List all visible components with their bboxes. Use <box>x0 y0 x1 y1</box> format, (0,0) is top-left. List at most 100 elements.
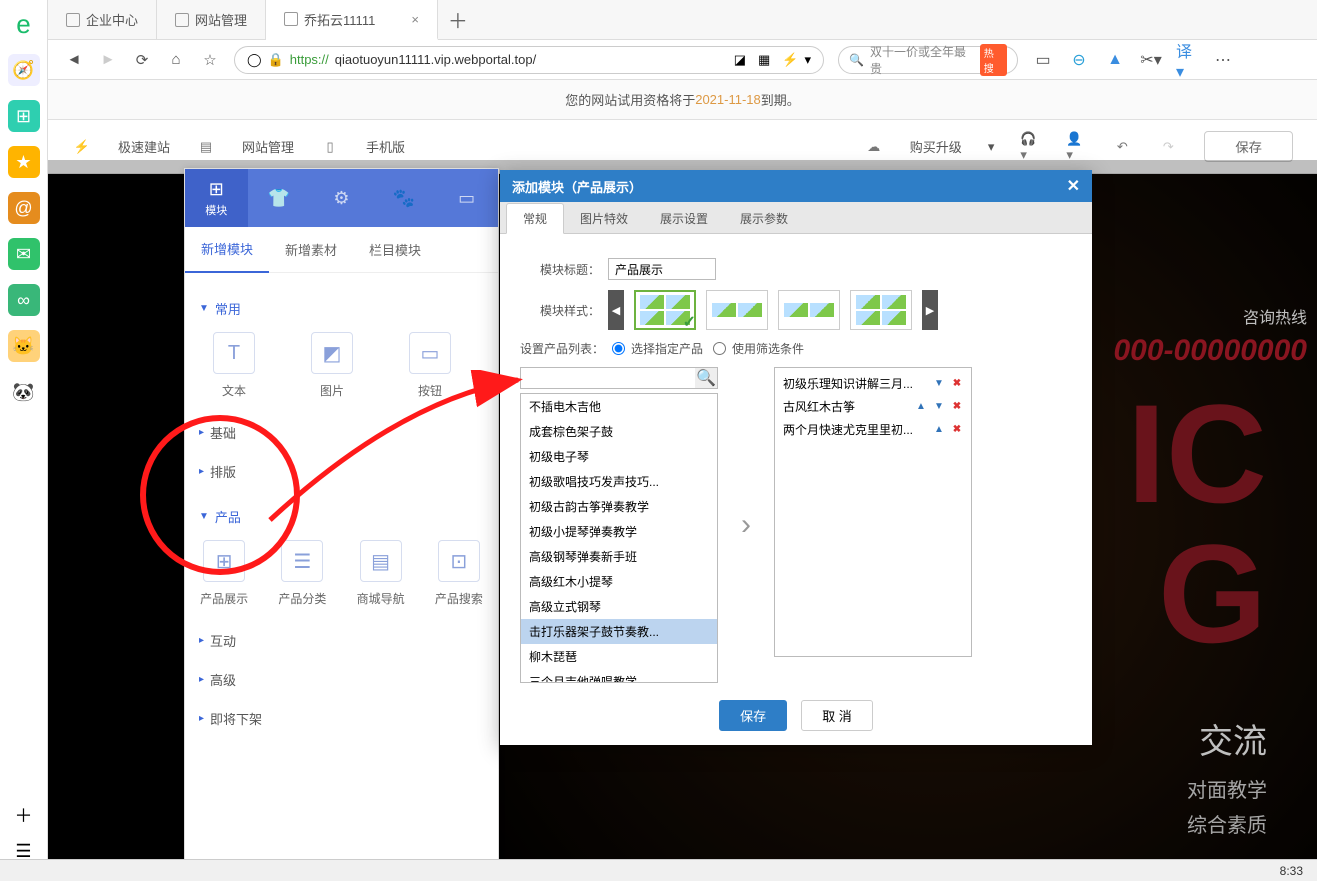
style-next[interactable]: ▶ <box>922 290 938 330</box>
section-product[interactable]: ▼产品 <box>199 501 484 532</box>
more-icon[interactable]: ⋯ <box>1212 49 1234 71</box>
move-right-arrow[interactable]: › <box>732 508 760 542</box>
app-icon-1[interactable]: 🐱 <box>8 330 40 362</box>
tab-qiaotuoyun[interactable]: 乔拓云11111× <box>266 0 438 40</box>
item-product-search[interactable]: ⊡产品搜索 <box>434 540 484 607</box>
buy-upgrade[interactable]: 购买升级 <box>910 137 962 156</box>
add-app-icon[interactable]: ＋ <box>8 799 40 831</box>
product-item[interactable]: 击打乐器架子鼓节奏教... <box>521 619 717 644</box>
toolbar-item[interactable]: 手机版 <box>366 137 405 156</box>
section-coming[interactable]: ▸即将下架 <box>199 699 484 738</box>
item-product-display[interactable]: ⊞产品展示 <box>199 540 249 607</box>
item-text[interactable]: T文本 <box>199 332 269 399</box>
dlgtab-params[interactable]: 展示参数 <box>724 204 804 233</box>
section-interactive[interactable]: ▸互动 <box>199 621 484 660</box>
search-box[interactable]: 🔍 双十一价或全年最贵 热搜 <box>838 46 1018 74</box>
style-option-3[interactable] <box>778 290 840 330</box>
product-item[interactable]: 初级电子琴 <box>521 444 717 469</box>
block-icon[interactable]: ⊖ <box>1068 49 1090 71</box>
dialog-save-button[interactable]: 保存 <box>719 700 787 731</box>
close-icon[interactable]: ✕ <box>1067 176 1080 196</box>
remove-icon[interactable]: ✖ <box>951 378 963 390</box>
tab-website-mgmt[interactable]: 网站管理 <box>157 0 266 40</box>
toolbar-item[interactable]: 网站管理 <box>242 137 294 156</box>
style-option-1[interactable] <box>634 290 696 330</box>
modtop-module[interactable]: ⊞模块 <box>185 169 248 227</box>
save-button[interactable]: 保存 <box>1204 131 1293 162</box>
move-down-icon[interactable]: ▼ <box>933 401 945 413</box>
radio-filter[interactable]: 使用筛选条件 <box>713 340 804 357</box>
puzzle-icon[interactable]: ⊞ <box>8 100 40 132</box>
product-item[interactable]: 不插电木吉他 <box>521 394 717 419</box>
product-item[interactable]: 柳木琵琶 <box>521 644 717 669</box>
book-icon[interactable]: ▭ <box>1032 49 1054 71</box>
compass-icon[interactable]: 🧭 <box>8 54 40 86</box>
dropdown-icon[interactable]: ▾ <box>804 52 811 68</box>
headset-icon[interactable]: 🎧▾ <box>1020 137 1040 157</box>
remove-icon[interactable]: ✖ <box>951 424 963 436</box>
modtop-2[interactable]: 👕 <box>248 169 311 227</box>
dialog-cancel-button[interactable]: 取 消 <box>801 700 873 731</box>
modtop-5[interactable]: ▭ <box>435 169 498 227</box>
app-icon-2[interactable]: 🐼 <box>8 376 40 408</box>
favorite-icon[interactable]: ☆ <box>200 50 220 70</box>
user-icon[interactable]: 👤▾ <box>1066 137 1086 157</box>
modtab-new-material[interactable]: 新增素材 <box>269 227 353 273</box>
product-item[interactable]: 初级古韵古筝弹奏教学 <box>521 494 717 519</box>
home-icon[interactable]: ⌂ <box>166 50 186 70</box>
dlgtab-display[interactable]: 展示设置 <box>644 204 724 233</box>
toolbar-item[interactable]: 极速建站 <box>118 137 170 156</box>
product-item[interactable]: 成套棕色架子鼓 <box>521 419 717 444</box>
product-search-input[interactable] <box>521 368 695 388</box>
move-down-icon[interactable]: ▼ <box>933 378 945 390</box>
section-layout[interactable]: ▸排版 <box>199 452 484 491</box>
product-list[interactable]: 不插电木吉他成套棕色架子鼓初级电子琴初级歌唱技巧发声技巧...初级古韵古筝弹奏教… <box>520 393 718 683</box>
modtab-column[interactable]: 栏目模块 <box>353 227 437 273</box>
style-option-2[interactable] <box>706 290 768 330</box>
style-prev[interactable]: ◀ <box>608 290 624 330</box>
scissors-icon[interactable]: ✂▾ <box>1140 49 1162 71</box>
url-box[interactable]: ◯ 🔒 https://qiaotuoyun11111.vip.webporta… <box>234 46 824 74</box>
cloud-icon[interactable]: ∞ <box>8 284 40 316</box>
modtop-3[interactable]: ⚙ <box>310 169 373 227</box>
modtab-new-module[interactable]: 新增模块 <box>185 227 269 273</box>
move-up-icon[interactable]: ▲ <box>933 424 945 436</box>
product-item[interactable]: 高级立式钢琴 <box>521 594 717 619</box>
back-icon[interactable]: ◄ <box>64 50 84 70</box>
remove-icon[interactable]: ✖ <box>951 401 963 413</box>
ext-icon[interactable]: ◪ <box>734 52 746 68</box>
dlgtab-general[interactable]: 常规 <box>506 203 564 234</box>
new-tab-button[interactable]: ＋ <box>438 0 478 40</box>
qr-icon[interactable]: ▦ <box>758 52 770 68</box>
product-item[interactable]: 初级小提琴弹奏教学 <box>521 519 717 544</box>
dlgtab-effect[interactable]: 图片特效 <box>564 204 644 233</box>
weibo-icon[interactable]: @ <box>8 192 40 224</box>
style-option-4[interactable] <box>850 290 912 330</box>
move-up-icon[interactable]: ▲ <box>915 401 927 413</box>
star-icon[interactable]: ★ <box>8 146 40 178</box>
item-product-category[interactable]: ☰产品分类 <box>277 540 327 607</box>
section-common[interactable]: ▼常用 <box>199 293 484 324</box>
cloud-drive-icon[interactable]: ▲ <box>1104 49 1126 71</box>
close-icon[interactable]: × <box>411 12 419 27</box>
chevron-down-icon[interactable]: ▾ <box>988 139 995 155</box>
mail-icon[interactable]: ✉ <box>8 238 40 270</box>
undo-icon[interactable]: ↶ <box>1112 137 1132 157</box>
item-button[interactable]: ▭按钮 <box>395 332 465 399</box>
section-basic[interactable]: ▸基础 <box>199 413 484 452</box>
search-icon[interactable]: 🔍 <box>695 368 717 388</box>
section-advanced[interactable]: ▸高级 <box>199 660 484 699</box>
radio-filter-input[interactable] <box>713 342 726 355</box>
modtop-4[interactable]: 🐾 <box>373 169 436 227</box>
item-mall-nav[interactable]: ▤商城导航 <box>356 540 406 607</box>
product-item[interactable]: 初级歌唱技巧发声技巧... <box>521 469 717 494</box>
radio-specify[interactable]: 选择指定产品 <box>612 340 703 357</box>
reload-icon[interactable]: ⟳ <box>132 50 152 70</box>
product-item[interactable]: 高级红木小提琴 <box>521 569 717 594</box>
product-item[interactable]: 三个月吉他弹唱教学 <box>521 669 717 683</box>
module-title-input[interactable] <box>608 258 716 280</box>
item-image[interactable]: ◩图片 <box>297 332 367 399</box>
radio-specify-input[interactable] <box>612 342 625 355</box>
tab-enterprise[interactable]: 企业中心 <box>48 0 157 40</box>
product-item[interactable]: 高级钢琴弹奏新手班 <box>521 544 717 569</box>
